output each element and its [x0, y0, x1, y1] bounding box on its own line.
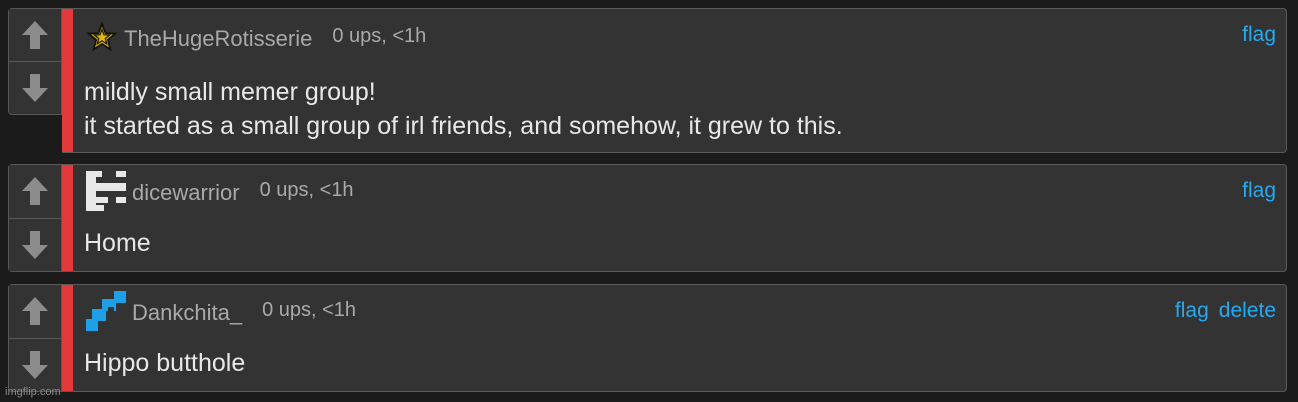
comment-header: TheHugeRotisserie 0 ups, <1h: [86, 21, 426, 53]
vote-column: [8, 284, 62, 392]
star-icon[interactable]: [86, 21, 118, 53]
comment-actions: flag: [1242, 23, 1276, 47]
accent-bar: [62, 9, 73, 152]
comment-meta: 0 ups, <1h: [262, 298, 357, 321]
comment-2: dicewarrior 0 ups, <1h flag Home: [8, 164, 1287, 272]
comment-text-line-2: it started as a small group of irl frien…: [84, 112, 843, 140]
comment-card: dicewarrior 0 ups, <1h flag Home: [62, 164, 1287, 272]
upvote-button[interactable]: [9, 9, 61, 61]
arrow-down-icon: [22, 73, 48, 102]
accent-bar: [62, 285, 73, 391]
comment-card: TheHugeRotisserie 0 ups, <1h flag mildly…: [62, 8, 1287, 153]
comment-actions: flag delete: [1175, 299, 1276, 323]
pixel-identicon-blue-icon[interactable]: [86, 291, 126, 331]
delete-link[interactable]: delete: [1219, 299, 1276, 323]
comment-meta: 0 ups, <1h: [332, 24, 427, 47]
upvote-button[interactable]: [9, 165, 61, 218]
comment-text: Home: [84, 229, 151, 257]
arrow-down-icon: [22, 350, 48, 379]
arrow-up-icon: [22, 177, 48, 206]
username[interactable]: TheHugeRotisserie: [124, 26, 312, 52]
username[interactable]: dicewarrior: [132, 180, 240, 206]
comment-1: TheHugeRotisserie 0 ups, <1h flag mildly…: [8, 8, 1287, 153]
vote-column: [8, 164, 62, 272]
downvote-button[interactable]: [9, 61, 61, 113]
arrow-up-icon: [22, 297, 48, 326]
flag-link[interactable]: flag: [1242, 179, 1276, 203]
flag-link[interactable]: flag: [1242, 23, 1276, 47]
watermark: imgflip.com: [5, 386, 61, 398]
comment-actions: flag: [1242, 179, 1276, 203]
arrow-up-icon: [22, 21, 48, 49]
vote-column: [8, 8, 62, 115]
comment-meta: 0 ups, <1h: [259, 178, 354, 201]
arrow-down-icon: [22, 230, 48, 259]
flag-link[interactable]: flag: [1175, 299, 1209, 323]
comment-card: Dankchita_ 0 ups, <1h flag delete Hippo …: [62, 284, 1287, 392]
comment-text: Hippo butthole: [84, 349, 246, 377]
comment-text-line-1: mildly small memer group!: [84, 78, 376, 106]
downvote-button[interactable]: [9, 217, 61, 271]
upvote-button[interactable]: [9, 285, 61, 338]
username[interactable]: Dankchita_: [132, 300, 242, 326]
pixel-identicon-icon[interactable]: [86, 171, 126, 211]
comment-header: dicewarrior 0 ups, <1h: [86, 171, 354, 211]
comment-header: Dankchita_ 0 ups, <1h: [86, 291, 356, 331]
accent-bar: [62, 165, 73, 271]
downvote-button[interactable]: [9, 337, 61, 391]
comment-3: Dankchita_ 0 ups, <1h flag delete Hippo …: [8, 284, 1287, 392]
